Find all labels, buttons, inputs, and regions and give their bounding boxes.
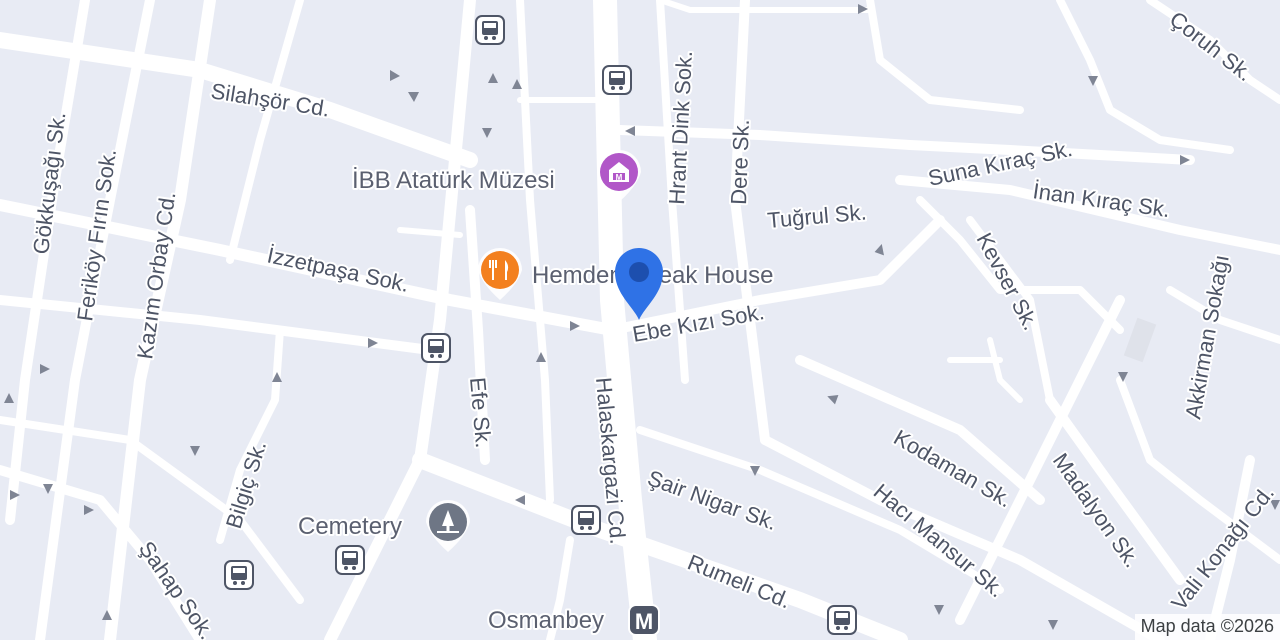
metro-icon: M: [628, 604, 660, 636]
bus-stop-icon[interactable]: [827, 605, 857, 635]
bus-stop-icon[interactable]: [571, 505, 601, 535]
metro-poi[interactable]: Osmanbey M: [486, 604, 660, 636]
cemetery-label: Cemetery: [298, 513, 402, 540]
bus-stop-icon[interactable]: [602, 65, 632, 95]
bus-stop-icon[interactable]: [475, 15, 505, 45]
svg-text:M: M: [635, 609, 653, 634]
bus-stop-icon[interactable]: [421, 333, 451, 363]
metro-label: Osmanbey: [488, 607, 604, 634]
map-attribution: Map data ©2026: [1134, 614, 1280, 640]
map-canvas[interactable]: Silahşör Cd. Gökkuşağı Sk. Feriköy Fırın…: [0, 0, 1280, 640]
svg-text:M: M: [616, 173, 623, 182]
bus-stop-icon[interactable]: [335, 545, 365, 575]
museum-label: İBB Atatürk Müzesi: [352, 167, 555, 194]
street-label: Dere Sk.: [726, 119, 754, 205]
bus-stop-icon[interactable]: [224, 560, 254, 590]
